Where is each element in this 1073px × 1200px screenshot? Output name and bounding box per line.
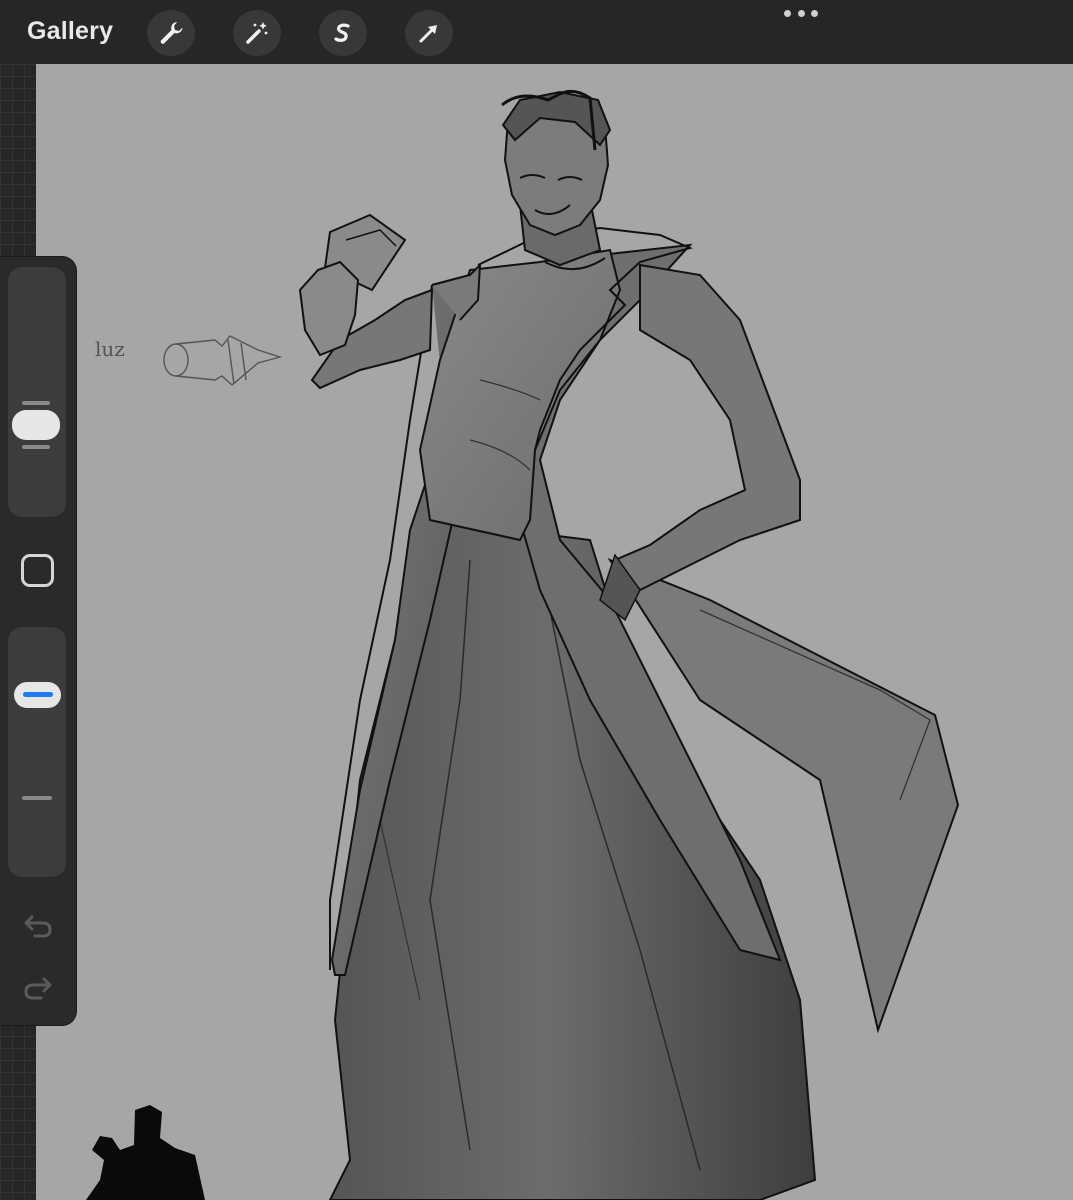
wrench-icon <box>160 22 183 44</box>
undo-icon <box>24 915 52 938</box>
drawing-canvas[interactable]: luz <box>36 64 1073 1200</box>
opacity-handle[interactable] <box>14 681 61 708</box>
gallery-button[interactable]: Gallery <box>27 17 113 46</box>
luz-label: luz <box>95 337 125 361</box>
right-arm <box>613 263 801 592</box>
redo-icon <box>24 977 52 1000</box>
ellipsis-dot <box>784 10 791 17</box>
actions-wrench-button[interactable] <box>147 10 195 56</box>
ellipsis-dot <box>811 10 818 17</box>
selection-s-icon <box>334 23 350 42</box>
brush-size-handle[interactable] <box>12 409 60 440</box>
more-options-button[interactable] <box>784 10 818 20</box>
brush-sidebar <box>0 257 76 1025</box>
adjustments-wand-button[interactable] <box>233 10 281 56</box>
size-handle-tick-bottom <box>22 444 50 449</box>
opacity-indicator <box>22 692 53 697</box>
transform-arrow-button[interactable] <box>405 10 453 56</box>
artwork: luz <box>86 90 960 1200</box>
opacity-slider[interactable] <box>8 627 66 877</box>
top-toolbar: Gallery <box>0 0 1073 64</box>
brush-size-slider[interactable] <box>8 267 66 517</box>
ellipsis-dot <box>797 10 805 17</box>
magic-wand-icon <box>246 22 268 44</box>
silhouette <box>86 1105 205 1200</box>
arrow-cursor-icon <box>419 25 437 43</box>
selection-button[interactable] <box>319 10 367 56</box>
redo-button[interactable] <box>20 969 56 1005</box>
modify-button[interactable] <box>21 554 54 587</box>
opacity-tick <box>22 796 52 800</box>
luz-sketch <box>163 335 283 386</box>
size-handle-tick-top <box>22 400 50 405</box>
procreate-app: Gallery luz <box>0 0 1073 1200</box>
undo-button[interactable] <box>20 907 56 943</box>
